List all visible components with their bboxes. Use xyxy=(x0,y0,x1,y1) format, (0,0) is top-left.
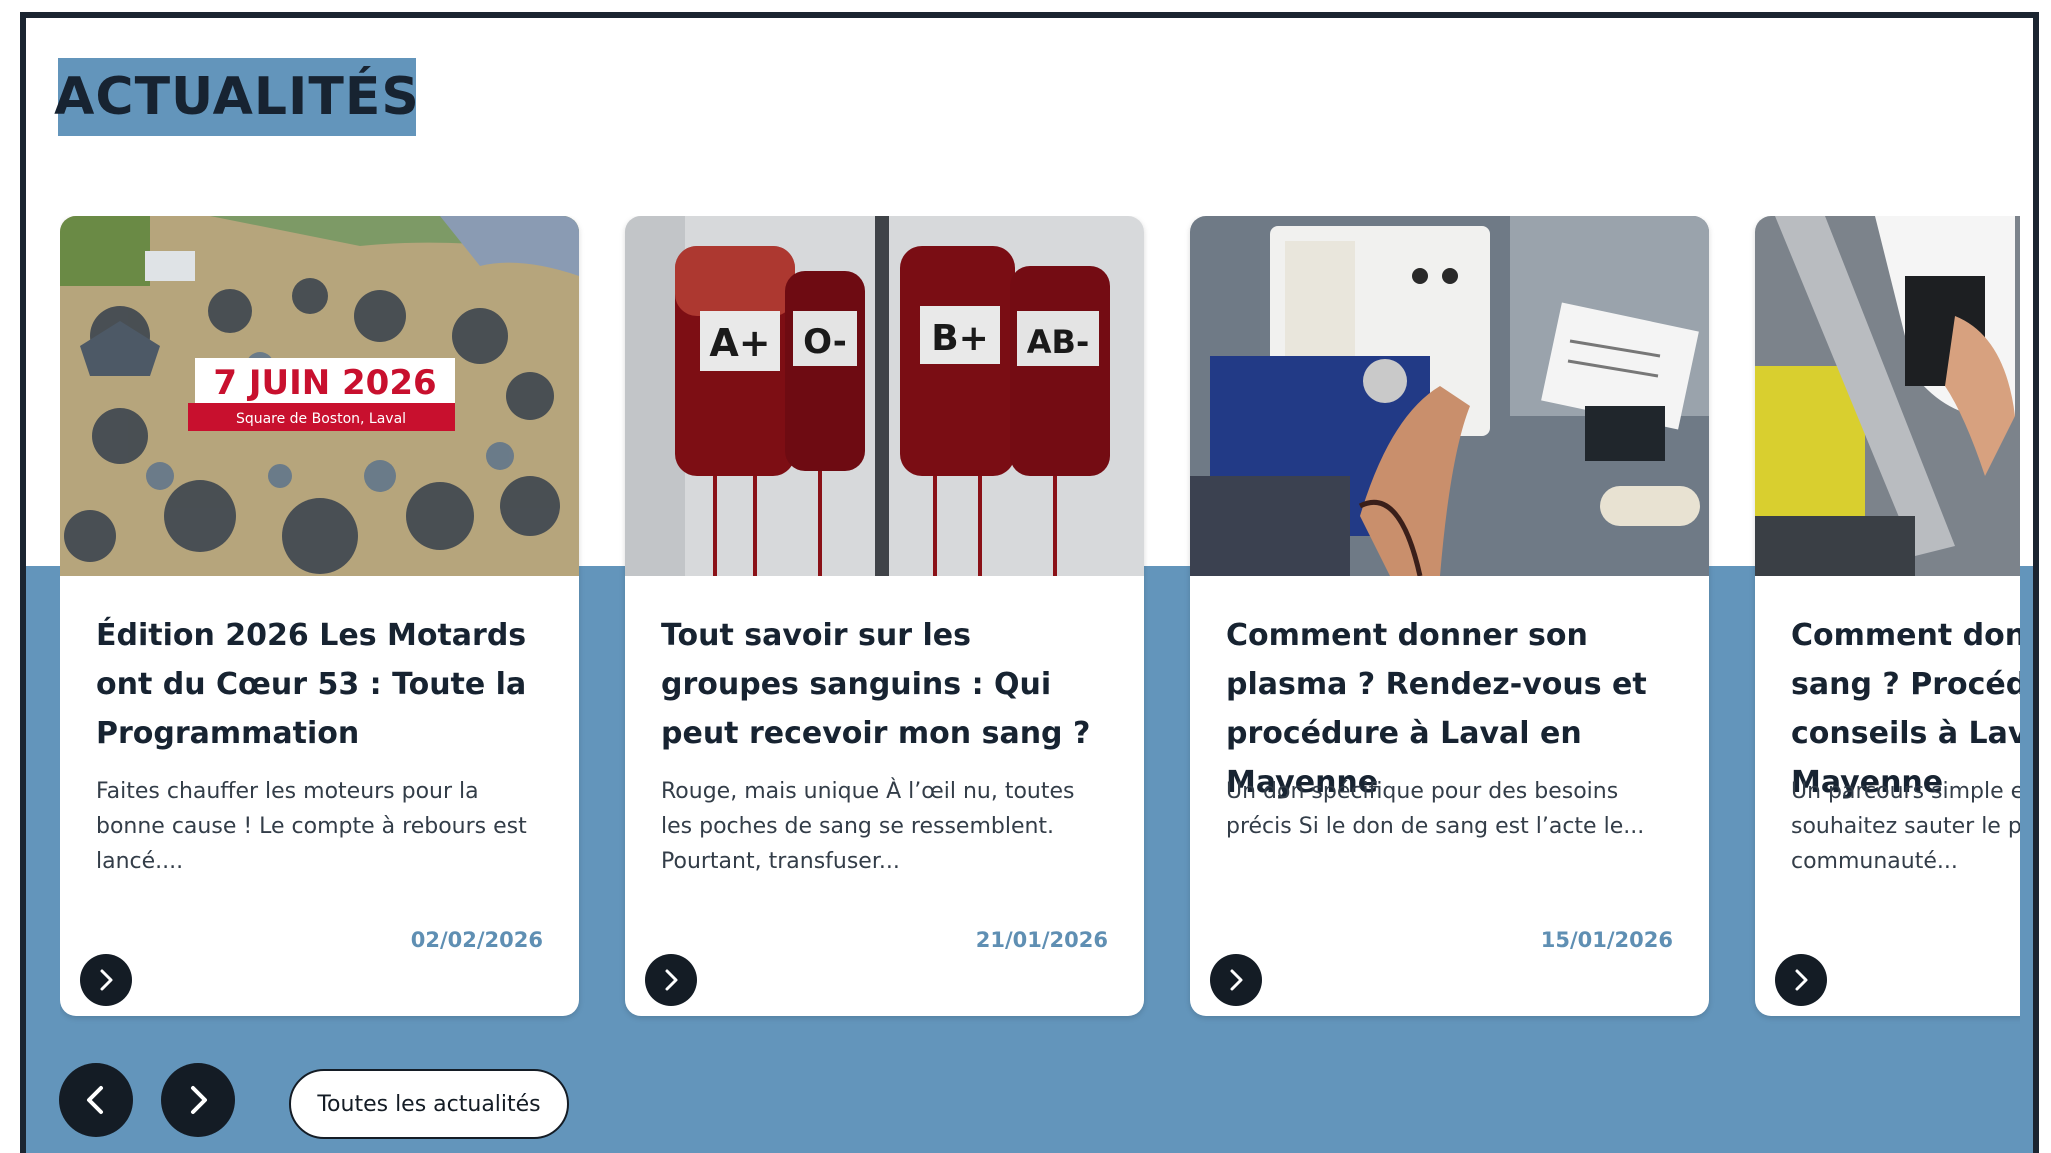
card-date: 15/01/2026 xyxy=(1540,928,1673,952)
bag-label-ab-neg: AB- xyxy=(1027,323,1089,361)
card-date: 02/02/2026 xyxy=(410,928,543,952)
banner-date-text: 7 JUIN 2026 xyxy=(213,363,436,403)
card-read-more-button[interactable] xyxy=(80,954,132,1006)
card-read-more-button[interactable] xyxy=(1210,954,1262,1006)
card-excerpt: Rouge, mais unique À l’œil nu, toutes le… xyxy=(661,779,1075,874)
bag-label-a-pos: A+ xyxy=(709,321,770,365)
card-excerpt: Faites chauffer les moteurs pour la bonn… xyxy=(96,779,527,874)
news-card[interactable]: 7 JUIN 2026 Square de Boston, Laval Édit… xyxy=(60,216,579,1016)
chevron-right-icon xyxy=(665,969,678,991)
news-carousel-track: 7 JUIN 2026 Square de Boston, Laval Édit… xyxy=(60,216,2020,1033)
card-excerpt: Un parcours simple et convivial Vous sou… xyxy=(1791,779,2020,874)
card-image-blood-bags: A+ O- B+ AB- xyxy=(625,216,1144,576)
card-date: 21/01/2026 xyxy=(975,928,1108,952)
carousel-prev-button[interactable] xyxy=(59,1063,133,1137)
card-title[interactable]: Édition 2026 Les Motards ont du Cœur 53 … xyxy=(96,611,546,758)
card-image-plasma-machine xyxy=(1190,216,1709,576)
card-image-motorcycle-rally: 7 JUIN 2026 Square de Boston, Laval xyxy=(60,216,579,576)
all-news-button[interactable]: Toutes les actualités xyxy=(289,1069,569,1139)
bag-label-o-neg: O- xyxy=(803,322,847,362)
banner-place-text: Square de Boston, Laval xyxy=(236,411,406,427)
news-section: ACTUALITÉS 7 JUIN 2026 Square de Boston,… xyxy=(20,12,2039,1153)
carousel-next-button[interactable] xyxy=(161,1063,235,1137)
card-title[interactable]: Tout savoir sur les groupes sanguins : Q… xyxy=(661,611,1111,758)
bag-label-b-pos: B+ xyxy=(931,318,989,359)
card-image-blood-donation-chair xyxy=(1755,216,2020,576)
chevron-right-icon xyxy=(191,1086,207,1114)
news-card[interactable]: Comment donner son sang ? Procédure, con… xyxy=(1755,216,2020,1016)
card-read-more-button[interactable] xyxy=(645,954,697,1006)
card-read-more-button[interactable] xyxy=(1775,954,1827,1006)
news-card[interactable]: Comment donner son plasma ? Rendez-vous … xyxy=(1190,216,1709,1016)
chevron-right-icon xyxy=(1230,969,1243,991)
chevron-right-icon xyxy=(1795,969,1808,991)
section-title: ACTUALITÉS xyxy=(54,58,419,136)
chevron-left-icon xyxy=(87,1086,103,1114)
chevron-right-icon xyxy=(100,969,113,991)
card-excerpt: Un don spécifique pour des besoins préci… xyxy=(1226,779,1645,839)
news-card[interactable]: A+ O- B+ AB- Tout savoir sur les groupes… xyxy=(625,216,1144,1016)
